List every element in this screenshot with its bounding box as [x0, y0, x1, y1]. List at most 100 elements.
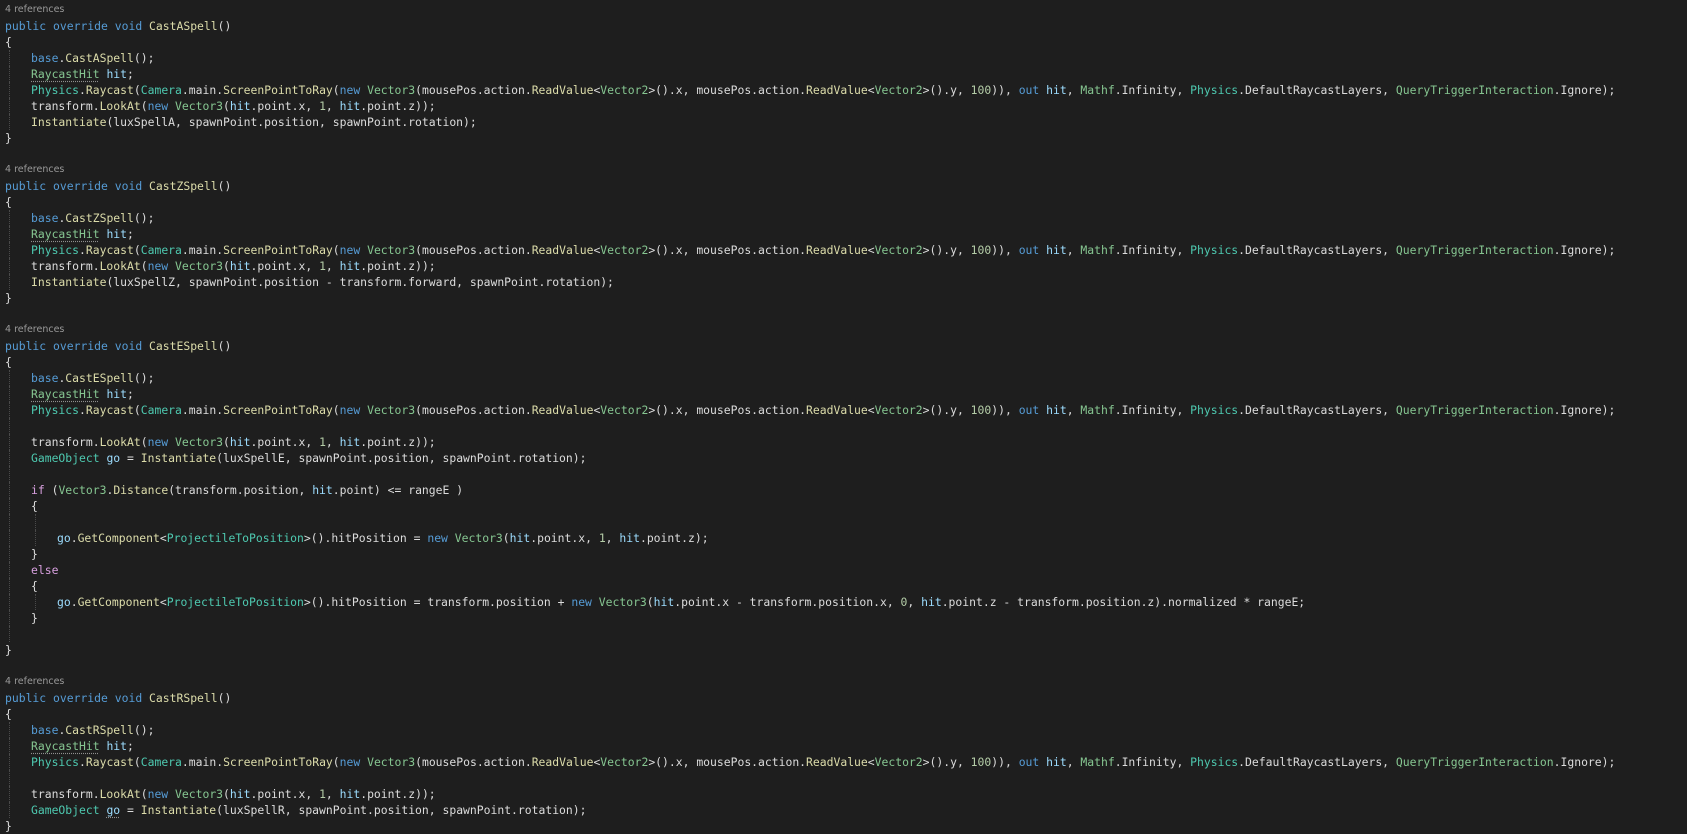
code-token: void [114, 19, 150, 33]
code-line: GameObject go = Instantiate(luxSpellE, s… [0, 450, 1687, 466]
codelens-references[interactable]: 4 references [0, 674, 1687, 690]
code-token: ScreenPointToRay [223, 403, 333, 417]
codelens-references[interactable]: 4 references [0, 162, 1687, 178]
code-token: GetComponent [77, 531, 160, 545]
code-token: hit [312, 483, 333, 497]
code-token: { [5, 35, 12, 49]
code-token: hit [509, 531, 531, 545]
code-token: Vector3 [175, 259, 224, 273]
code-token: 1 [319, 435, 326, 449]
code-token: GameObject [31, 451, 100, 465]
code-line [0, 466, 1687, 482]
code-line [0, 514, 1687, 530]
code-token: >().hitPosition = [303, 531, 428, 545]
indent-guide [9, 626, 10, 642]
code-line: Instantiate(luxSpellZ, spawnPoint.positi… [0, 274, 1687, 290]
indent-guide [9, 274, 10, 290]
code-line: } [0, 130, 1687, 146]
code-token: base [31, 723, 59, 737]
code-token: ; [127, 387, 134, 401]
code-token: base [31, 371, 59, 385]
indent-guide [9, 466, 10, 482]
code-token: Raycast [85, 83, 134, 97]
codelens-references[interactable]: 4 references [0, 322, 1687, 338]
code-token: CastESpell [65, 371, 134, 385]
code-token: .DefaultRaycastLayers, [1238, 755, 1396, 769]
code-line: { [0, 354, 1687, 370]
code-token: CastZSpell [149, 179, 218, 193]
code-token: < [867, 403, 875, 417]
code-token: (); [133, 371, 155, 385]
indent-guide [9, 370, 10, 386]
code-token: = [120, 803, 141, 817]
indent-guide [9, 482, 10, 498]
code-token: (luxSpellZ, spawnPoint.position - transf… [106, 275, 614, 289]
code-token: hit [229, 435, 251, 449]
code-token: .point.z)); [360, 259, 436, 273]
code-token: ( [133, 755, 141, 769]
code-line: base.CastASpell(); [0, 50, 1687, 66]
code-token: GetComponent [77, 595, 160, 609]
code-token: CastESpell [149, 339, 218, 353]
code-token: ( [332, 403, 340, 417]
code-token: ; [127, 67, 134, 81]
code-line: { [0, 498, 1687, 514]
code-line: go.GetComponent<ProjectileToPosition>().… [0, 594, 1687, 610]
code-token: (luxSpellE, spawnPoint.position, spawnPo… [216, 451, 587, 465]
code-token: .point.x, [250, 99, 320, 113]
code-token: >().y, [922, 403, 971, 417]
code-token: < [867, 243, 875, 257]
code-token: (transform.position, [168, 483, 313, 497]
code-token: >().x, mousePos.action. [648, 243, 807, 257]
code-token: Camera [140, 755, 182, 769]
code-token: base [31, 211, 59, 225]
code-token: CastZSpell [65, 211, 134, 225]
code-line: } [0, 610, 1687, 626]
indent-guide [35, 514, 36, 530]
code-token: base [31, 51, 59, 65]
indent-guide [9, 450, 10, 466]
code-token: < [867, 83, 875, 97]
code-token: )), [991, 243, 1019, 257]
code-token: Raycast [85, 755, 134, 769]
code-token: go [57, 595, 71, 609]
code-token: (mousePos.action. [415, 403, 532, 417]
code-token: , [1066, 403, 1081, 417]
code-token: hit [1046, 243, 1067, 257]
indent-guide [9, 226, 10, 242]
code-token: () [217, 179, 232, 193]
code-token: (mousePos.action. [415, 755, 532, 769]
code-token: ReadValue [806, 83, 868, 97]
code-token: < [867, 755, 875, 769]
codelens-references[interactable]: 4 references [0, 2, 1687, 18]
code-token: Distance [113, 483, 169, 497]
code-token: hit [1046, 403, 1067, 417]
code-token: QueryTriggerInteraction [1395, 755, 1554, 769]
code-token: ( [223, 259, 230, 273]
indent-guide [9, 786, 10, 802]
indent-guide [9, 578, 10, 594]
code-line: public override void CastZSpell() [0, 178, 1687, 194]
code-token: .Ignore); [1553, 243, 1616, 257]
code-token: Physics [31, 755, 80, 769]
code-token: ( [502, 531, 510, 545]
code-token: override [53, 179, 115, 193]
code-token: >().x, mousePos.action. [648, 403, 807, 417]
code-token: 1 [598, 531, 606, 545]
code-token: Vector2 [600, 83, 649, 97]
code-token: transform. [31, 99, 100, 113]
code-token: Vector3 [175, 435, 224, 449]
code-token: ProjectileToPosition [166, 595, 304, 609]
code-token: Mathf [1080, 83, 1115, 97]
code-token: ( [133, 403, 141, 417]
code-token: Vector3 [454, 531, 503, 545]
code-line: transform.LookAt(new Vector3(hit.point.x… [0, 98, 1687, 114]
code-token: RaycastHit [31, 67, 100, 81]
code-token: LookAt [99, 99, 141, 113]
code-token: 1 [319, 99, 326, 113]
code-token: Vector2 [874, 755, 923, 769]
code-token: (); [133, 51, 155, 65]
code-token: void [114, 179, 150, 193]
code-editor[interactable]: 4 references public override void CastASp… [0, 0, 1687, 833]
code-token: override [53, 691, 115, 705]
